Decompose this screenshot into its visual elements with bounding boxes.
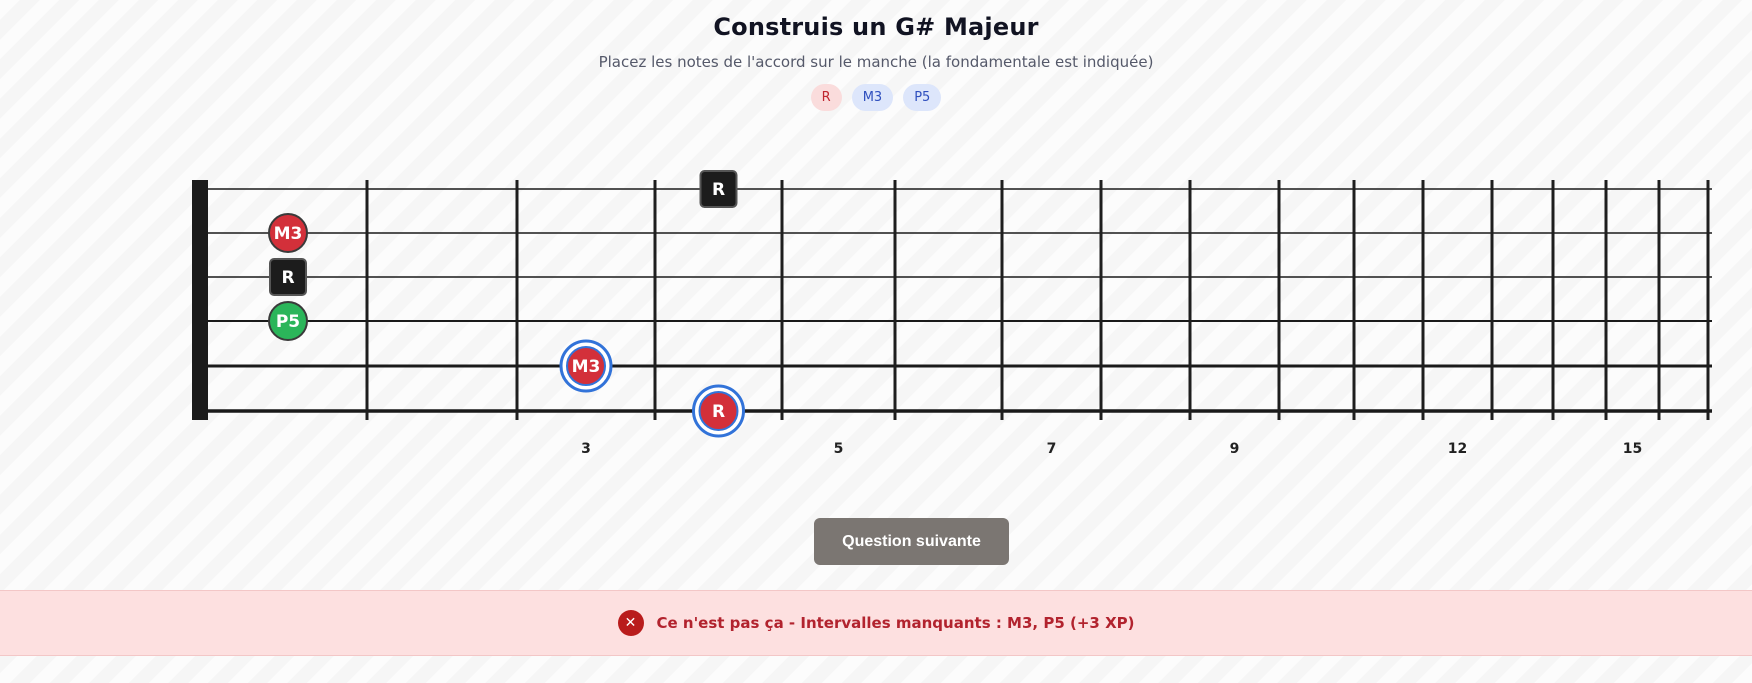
feedback-text: Ce n'est pas ça - Intervalles manquants … [656, 614, 1135, 632]
fret-number-3: 3 [581, 441, 591, 457]
marker-label: R [712, 180, 725, 200]
note-marker-p5-s4-f0: P5 [268, 301, 308, 341]
marker-circle [268, 301, 308, 341]
note-marker-m3-s2-f0: M3 [268, 213, 308, 253]
marker-label: M3 [274, 224, 303, 244]
page-subtitle: Placez les notes de l'accord sur le manc… [598, 53, 1154, 71]
page-title: Construis un G# Majeur [713, 13, 1039, 41]
legend-chip-p5: P5 [903, 84, 942, 111]
marker-square [699, 170, 738, 208]
note-marker-r-s6-f4[interactable]: R [692, 384, 745, 438]
note-marker-m3-s5-f3[interactable]: M3 [559, 339, 613, 393]
fretboard-nut [192, 180, 208, 420]
note-marker-r-s3-f0: R [269, 258, 307, 296]
marker-circle [268, 213, 308, 253]
interval-legend: R M3 P5 [0, 84, 1752, 111]
note-marker-r-s1-f4: R [699, 170, 738, 208]
marker-label: P5 [276, 312, 300, 332]
fret-number-9: 9 [1230, 441, 1240, 457]
feedback-banner: ✕ Ce n'est pas ça - Intervalles manquant… [0, 590, 1752, 656]
marker-label: R [712, 402, 725, 422]
header: Construis un G# Majeur Placez les notes … [0, 0, 1752, 111]
fret-number-7: 7 [1047, 441, 1057, 457]
fret-number-12: 12 [1448, 441, 1467, 457]
marker-label: R [281, 268, 294, 288]
fret-number-15: 15 [1623, 441, 1642, 457]
next-question-button[interactable]: Question suivante [814, 518, 1009, 565]
close-icon: ✕ [617, 610, 644, 636]
marker-label: M3 [572, 357, 601, 377]
marker-square [269, 258, 307, 296]
legend-chip-root: R [810, 84, 842, 111]
fret-number-5: 5 [834, 441, 844, 457]
legend-chip-m3: M3 [851, 84, 894, 111]
